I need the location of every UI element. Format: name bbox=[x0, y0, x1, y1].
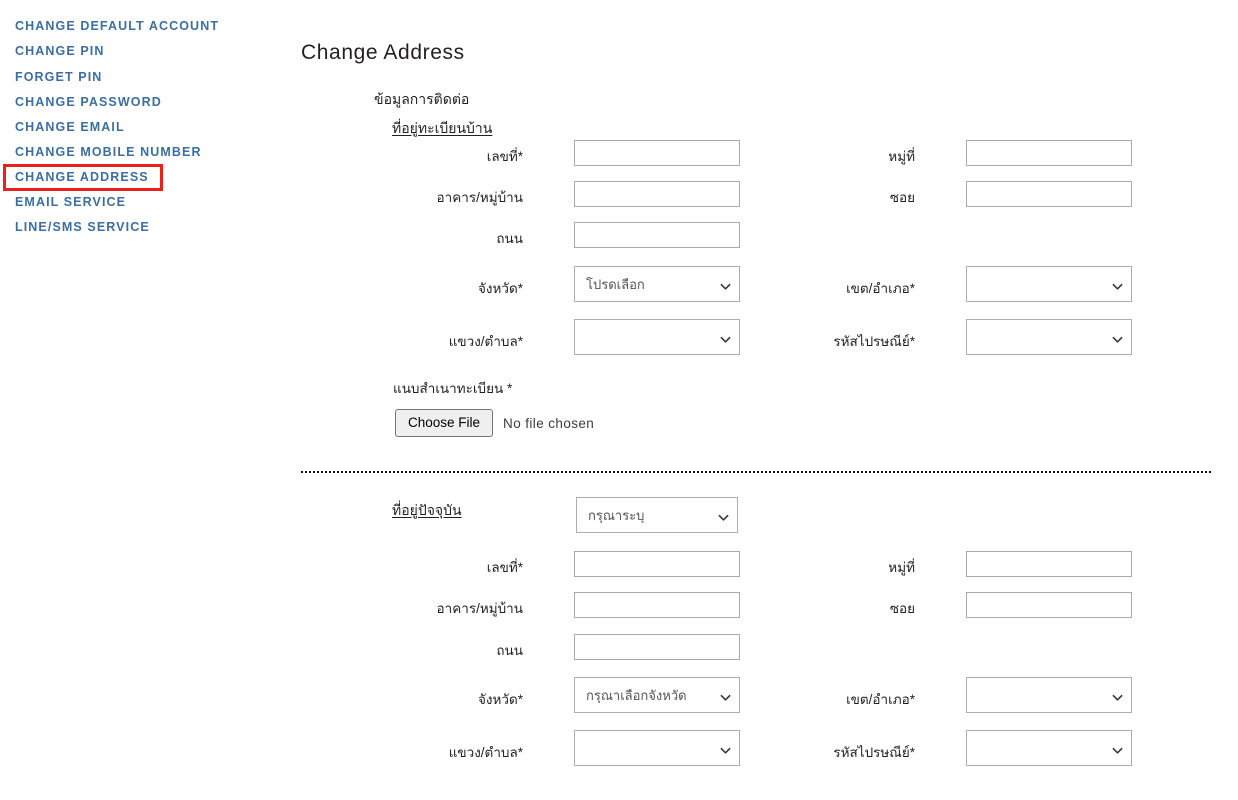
registered-address-row5-right-select-wrapper bbox=[966, 319, 1132, 355]
page-title: Change Address bbox=[301, 41, 465, 64]
registered-address-row5-right-select[interactable] bbox=[966, 319, 1132, 355]
current-address-row4-right-label: เขต/อำเภอ* bbox=[846, 692, 915, 707]
file-upload-row: Choose File No file chosen bbox=[395, 409, 594, 437]
registered-address-row2-right-label: ซอย bbox=[889, 190, 915, 205]
sidebar-item-forget-pin[interactable]: FORGET PIN bbox=[15, 70, 102, 84]
current-address-row4-right-select[interactable] bbox=[966, 677, 1132, 713]
current-address-row4-right-select-wrapper bbox=[966, 677, 1132, 713]
sidebar-item-change-password[interactable]: CHANGE PASSWORD bbox=[15, 95, 162, 109]
registered-address-row4-right-label: เขต/อำเภอ* bbox=[846, 281, 915, 296]
sidebar-item-change-pin[interactable]: CHANGE PIN bbox=[15, 44, 104, 58]
current-address-row3-left-input[interactable] bbox=[574, 634, 740, 660]
current-address-row2-right-input[interactable] bbox=[966, 592, 1132, 618]
current-address-row2-left-label: อาคาร/หมู่บ้าน bbox=[436, 601, 523, 616]
registered-address-row4-right-select[interactable] bbox=[966, 266, 1132, 302]
registered-address-row5-left-label: แขวง/ตำบล* bbox=[448, 334, 523, 349]
registered-address-row1-left-label: เลขที่* bbox=[486, 149, 523, 164]
current-address-row2-right-label: ซอย bbox=[889, 601, 915, 616]
sidebar-item-change-address[interactable]: CHANGE ADDRESS bbox=[15, 170, 149, 184]
file-status-text: No file chosen bbox=[503, 415, 595, 431]
registered-address-subheading: ที่อยู่ทะเบียนบ้าน bbox=[392, 120, 493, 136]
registered-address-row5-right-label: รหัสไปรษณีย์* bbox=[833, 334, 915, 349]
sidebar-item-change-default-account[interactable]: CHANGE DEFAULT ACCOUNT bbox=[15, 19, 219, 33]
current-address-row5-left-label: แขวง/ตำบล* bbox=[448, 745, 523, 760]
registered-address-row3-left-input[interactable] bbox=[574, 222, 740, 248]
current-address-subheading: ที่อยู่ปัจจุบัน bbox=[392, 502, 462, 518]
sidebar-nav: CHANGE DEFAULT ACCOUNT CHANGE PIN FORGET P… bbox=[0, 0, 290, 800]
current-address-row5-right-label: รหัสไปรษณีย์* bbox=[833, 745, 915, 760]
current-address-row5-right-select[interactable] bbox=[966, 730, 1132, 766]
main-content: Change Address ข้อมูลการติดต่อ ที่อยู่ทะ… bbox=[290, 0, 1238, 800]
attach-copy-label: แนบสำเนาทะเบียน * bbox=[393, 381, 513, 396]
sidebar-item-change-email[interactable]: CHANGE EMAIL bbox=[15, 120, 125, 134]
current-address-mode-select[interactable]: กรุณาระบุ bbox=[576, 497, 738, 533]
current-address-row3-left-label: ถนน bbox=[496, 643, 523, 658]
registered-address-row4-left-label: จังหวัด* bbox=[477, 281, 523, 296]
sidebar-item-change-mobile-number[interactable]: CHANGE MOBILE NUMBER bbox=[15, 145, 202, 159]
registered-address-row3-left-label: ถนน bbox=[496, 231, 523, 246]
page-root: CHANGE DEFAULT ACCOUNT CHANGE PIN FORGET P… bbox=[0, 0, 1238, 800]
registered-address-row2-left-label: อาคาร/หมู่บ้าน bbox=[436, 190, 523, 205]
registered-address-row4-right-select-wrapper bbox=[966, 266, 1132, 302]
contact-info-heading: ข้อมูลการติดต่อ bbox=[374, 91, 470, 107]
current-address-row5-right-select-wrapper bbox=[966, 730, 1132, 766]
registered-address-row1-right-input[interactable] bbox=[966, 140, 1132, 166]
registered-address-row1-right-label: หมู่ที่ bbox=[888, 149, 915, 164]
current-address-row1-right-input[interactable] bbox=[966, 551, 1132, 577]
current-address-mode-wrapper: กรุณาระบุ bbox=[576, 497, 738, 533]
registered-address-row2-right-input[interactable] bbox=[966, 181, 1132, 207]
current-address-row1-left-label: เลขที่* bbox=[486, 560, 523, 575]
current-address-row1-right-label: หมู่ที่ bbox=[888, 560, 915, 575]
current-address-row4-left-label: จังหวัด* bbox=[477, 692, 523, 707]
sidebar-item-line-sms-service[interactable]: LINE/SMS SERVICE bbox=[15, 220, 150, 234]
section-divider bbox=[301, 471, 1211, 473]
choose-file-button[interactable]: Choose File bbox=[395, 409, 494, 437]
sidebar-item-email-service[interactable]: EMAIL SERVICE bbox=[15, 195, 126, 209]
